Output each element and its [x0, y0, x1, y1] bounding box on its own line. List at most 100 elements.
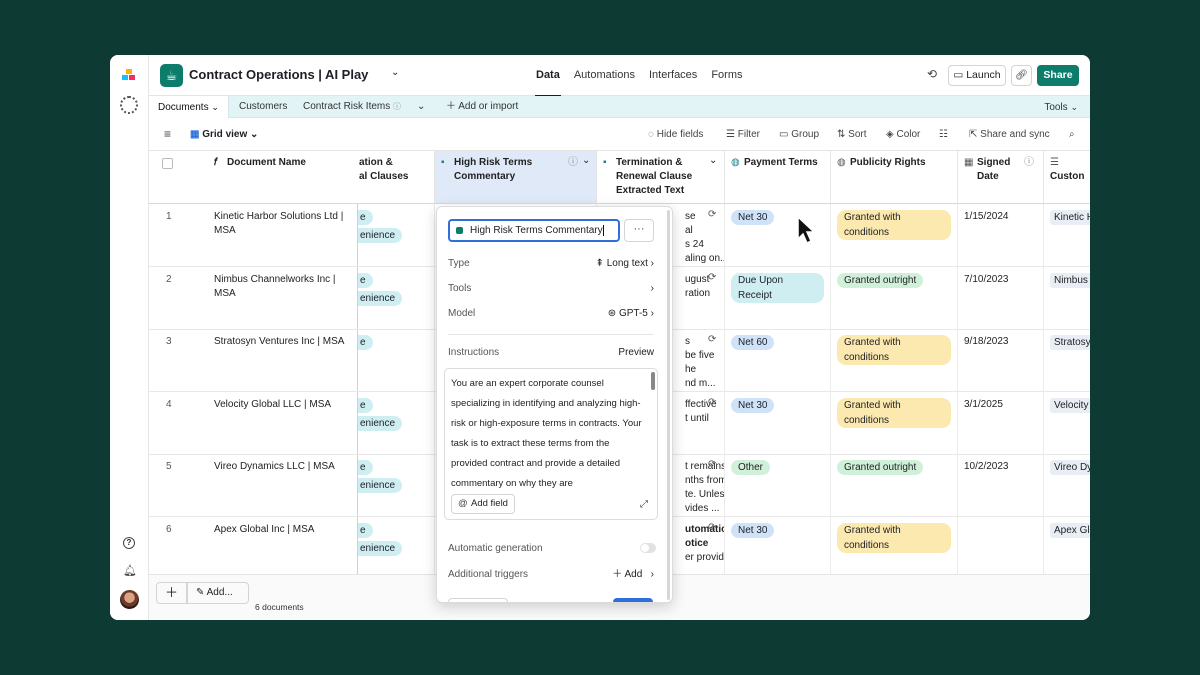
- table-tab-documents[interactable]: Documents ⌄: [149, 96, 229, 118]
- automatic-generation-toggle[interactable]: [640, 543, 656, 553]
- refresh-icon[interactable]: ⟳: [708, 208, 716, 222]
- column-header-termination[interactable]: ation & al Clauses: [353, 151, 435, 204]
- table-row[interactable]: 6 Apex Global Inc | MSA: [149, 517, 358, 580]
- group-button[interactable]: ▭ Group: [779, 118, 819, 151]
- publicity-rights-cell[interactable]: Granted outright: [831, 454, 958, 517]
- history-icon[interactable]: ⟲: [927, 67, 937, 81]
- document-name-cell[interactable]: Stratosyn Ventures Inc | MSA: [214, 335, 354, 349]
- signed-date-cell[interactable]: [958, 516, 1044, 580]
- column-header-document-name[interactable]: 𝑓 Document Name: [149, 151, 358, 204]
- signed-date-cell[interactable]: 7/10/2023: [958, 266, 1044, 330]
- scrollbar[interactable]: [651, 372, 655, 390]
- customer-cell[interactable]: Apex Glo: [1044, 517, 1090, 580]
- signed-date-cell[interactable]: 9/18/2023: [958, 329, 1044, 392]
- bell-icon[interactable]: 🔔︎: [123, 565, 137, 577]
- tab-automations[interactable]: Automations: [567, 55, 642, 96]
- refresh-icon[interactable]: ⟳: [708, 396, 716, 410]
- model-row[interactable]: Model ⊛ GPT-5 ›: [448, 306, 654, 322]
- search-icon[interactable]: ⌕: [1069, 118, 1075, 151]
- checkbox[interactable]: [162, 158, 173, 169]
- payment-terms-cell[interactable]: Net 60: [725, 329, 831, 392]
- column-header-customer[interactable]: ☰ Custon: [1044, 151, 1090, 204]
- table-row[interactable]: 1 Kinetic Harbor Solutions Ltd | MSA: [149, 204, 358, 267]
- document-name-cell[interactable]: Apex Global Inc | MSA: [214, 523, 354, 537]
- customer-cell[interactable]: Nimbus C: [1044, 267, 1090, 330]
- airtable-logo-icon[interactable]: [122, 69, 136, 81]
- payment-terms-cell[interactable]: Other: [725, 454, 831, 517]
- color-button[interactable]: ◈ Color: [886, 118, 920, 151]
- publicity-rights-cell[interactable]: Granted with conditions: [831, 204, 958, 267]
- publicity-rights-cell[interactable]: Granted with conditions: [831, 516, 958, 580]
- column-header-high-risk[interactable]: ▪ High Risk Terms ⓘ ⌄ Commentary: [435, 151, 597, 204]
- chevron-down-icon[interactable]: ⌄: [417, 96, 425, 118]
- payment-terms-cell[interactable]: Net 30: [725, 391, 831, 455]
- tab-interfaces[interactable]: Interfaces: [642, 55, 704, 96]
- document-name-cell[interactable]: Velocity Global LLC | MSA: [214, 398, 354, 412]
- sort-button[interactable]: ⇅ Sort: [837, 118, 867, 151]
- customer-cell[interactable]: Vireo Dyn: [1044, 454, 1090, 517]
- signed-date-cell[interactable]: 3/1/2025: [958, 391, 1044, 455]
- add-row-button[interactable]: ＋: [156, 582, 187, 604]
- signed-date-cell[interactable]: 1/15/2024: [958, 204, 1044, 267]
- tab-data[interactable]: Data: [529, 55, 567, 97]
- payment-terms-cell[interactable]: Net 30: [725, 516, 831, 580]
- column-header-publicity-rights[interactable]: ◍ Publicity Rights: [831, 151, 958, 204]
- save-button[interactable]: [613, 598, 653, 602]
- type-row[interactable]: Type ⇞ Long text ›: [448, 256, 654, 272]
- refresh-icon[interactable]: ⟳: [708, 458, 716, 472]
- field-name-input[interactable]: High Risk Terms Commentary: [448, 219, 620, 242]
- avatar[interactable]: [120, 590, 139, 609]
- customer-cell[interactable]: Kinetic H: [1044, 204, 1090, 267]
- column-header-payment-terms[interactable]: ◍ Payment Terms: [725, 151, 831, 204]
- document-name-cell[interactable]: Nimbus Channelworks Inc | MSA: [214, 273, 354, 301]
- publicity-rights-cell[interactable]: Granted with conditions: [831, 391, 958, 455]
- refresh-icon[interactable]: ⟳: [708, 333, 716, 347]
- document-name-cell[interactable]: Vireo Dynamics LLC | MSA: [214, 460, 354, 474]
- customer-cell[interactable]: Stratosyn: [1044, 329, 1090, 392]
- tools-menu[interactable]: Tools ⌄: [1044, 96, 1078, 119]
- table-row[interactable]: 5 Vireo Dynamics LLC | MSA: [149, 454, 358, 517]
- more-options-button[interactable]: ···: [624, 219, 654, 242]
- tools-row[interactable]: Tools ›: [448, 281, 654, 297]
- termination-clauses-cell[interactable]: e enience: [358, 391, 435, 455]
- table-row[interactable]: 2 Nimbus Channelworks Inc | MSA: [149, 267, 358, 330]
- view-switcher[interactable]: ▦ Grid view ⌄: [190, 118, 258, 151]
- expand-icon[interactable]: ⤢: [640, 499, 648, 510]
- document-name-cell[interactable]: Kinetic Harbor Solutions Ltd | MSA: [214, 210, 354, 238]
- omni-icon[interactable]: [120, 96, 138, 114]
- termination-clauses-cell[interactable]: e enience: [358, 266, 435, 330]
- table-row[interactable]: 4 Velocity Global LLC | MSA: [149, 392, 358, 455]
- table-row[interactable]: 3 Stratosyn Ventures Inc | MSA: [149, 329, 358, 392]
- instructions-text[interactable]: You are an expert corporate counsel spec…: [451, 374, 647, 494]
- column-header-termination-renewal[interactable]: ▪ Termination & ⌄ Renewal Clause Extracted T…: [597, 151, 725, 204]
- help-icon[interactable]: ?: [123, 537, 135, 549]
- instructions-editor[interactable]: You are an expert corporate counsel spec…: [444, 368, 658, 520]
- menu-icon[interactable]: ≡: [164, 118, 171, 151]
- preview-toggle[interactable]: Preview: [618, 345, 654, 361]
- table-tab-customers[interactable]: Customers: [239, 96, 287, 118]
- customer-cell[interactable]: Velocity G: [1044, 392, 1090, 455]
- payment-terms-cell[interactable]: Due Upon Receipt: [725, 266, 831, 330]
- cancel-button[interactable]: [448, 598, 508, 602]
- tab-forms[interactable]: Forms: [704, 55, 749, 96]
- refresh-icon[interactable]: ⟳: [708, 521, 716, 535]
- termination-clauses-cell[interactable]: e enience: [358, 516, 435, 580]
- filter-button[interactable]: ☰ Filter: [726, 118, 760, 151]
- add-with-ai-button[interactable]: ✎ Add...: [187, 582, 249, 604]
- termination-clauses-cell[interactable]: e enience: [358, 204, 435, 267]
- termination-clauses-cell[interactable]: e enience: [358, 454, 435, 517]
- base-icon[interactable]: ☕︎: [160, 64, 183, 87]
- publicity-rights-cell[interactable]: Granted with conditions: [831, 329, 958, 392]
- column-header-signed-date[interactable]: ▦ Signed ⓘ Date: [958, 151, 1044, 204]
- hide-fields-button[interactable]: ◌ Hide fields: [648, 118, 703, 151]
- base-title[interactable]: Contract Operations | AI Play: [189, 67, 368, 82]
- termination-clauses-cell[interactable]: e: [358, 329, 435, 392]
- link-icon[interactable]: 🔗︎: [1011, 65, 1032, 86]
- scrollbar[interactable]: [667, 210, 670, 600]
- row-height-icon[interactable]: ☷: [939, 118, 948, 151]
- add-or-import-button[interactable]: ＋ Add or import: [446, 96, 518, 118]
- table-tab-contract-risk-items[interactable]: Contract Risk Items ⓘ: [303, 96, 401, 118]
- add-trigger-button[interactable]: ＋ Add ›: [612, 567, 654, 583]
- refresh-icon[interactable]: ⟳: [708, 271, 716, 285]
- launch-button[interactable]: ▭ Launch: [948, 65, 1006, 86]
